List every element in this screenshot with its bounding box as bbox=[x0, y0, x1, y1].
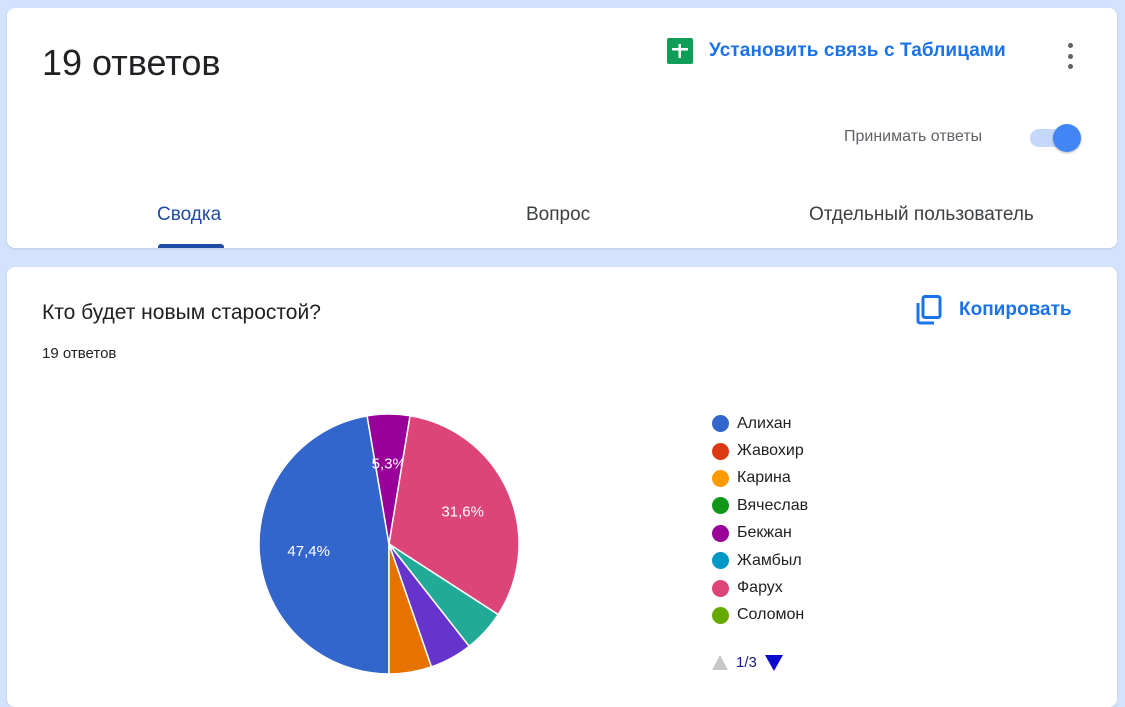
legend-page-indicator: 1/3 bbox=[736, 654, 757, 671]
legend-item: Жамбыл bbox=[712, 547, 808, 574]
chart-legend: Алихан Жавохир Карина Вячеслав Бекжан Жамбыл Ф… bbox=[712, 410, 808, 629]
copy-chart-button[interactable]: Копировать bbox=[915, 295, 1072, 325]
legend-label: Соломон bbox=[737, 606, 805, 624]
responses-title: 19 ответов bbox=[42, 42, 221, 83]
active-tab-indicator bbox=[158, 244, 224, 248]
legend-label: Карина bbox=[737, 469, 791, 487]
legend-item: Соломон bbox=[712, 602, 808, 629]
responses-header-card: 19 ответов Установить связь с Таблицами … bbox=[7, 8, 1117, 248]
more-options-icon[interactable] bbox=[1059, 40, 1081, 72]
legend-swatch bbox=[712, 552, 729, 570]
legend-swatch bbox=[712, 524, 729, 542]
legend-swatch bbox=[712, 442, 729, 460]
legend-label: Алихан bbox=[737, 414, 792, 432]
pie-chart: 47,4%5,3%31,6% bbox=[258, 413, 520, 675]
legend-item: Карина bbox=[712, 465, 808, 492]
legend-item: Вячеслав bbox=[712, 492, 808, 519]
legend-page-down-icon[interactable] bbox=[764, 654, 783, 671]
pie-slice-label: 47,4% bbox=[287, 543, 330, 560]
legend-item: Бекжан bbox=[712, 520, 808, 547]
legend-swatch bbox=[712, 606, 729, 624]
legend-item: Алихан bbox=[712, 410, 808, 437]
accept-responses-toggle[interactable] bbox=[1028, 124, 1084, 152]
sheets-icon bbox=[667, 38, 693, 64]
legend-label: Жамбыл bbox=[737, 551, 802, 569]
legend-swatch bbox=[712, 415, 729, 433]
legend-item: Жавохир bbox=[712, 437, 808, 464]
legend-swatch bbox=[712, 469, 729, 487]
copy-icon bbox=[916, 295, 942, 325]
legend-item: Фарух bbox=[712, 574, 808, 601]
tab-summary[interactable]: Сводка bbox=[157, 204, 221, 226]
legend-label: Жавохир bbox=[737, 442, 804, 460]
tab-individual[interactable]: Отдельный пользователь bbox=[809, 204, 1034, 226]
pie-slice-label: 31,6% bbox=[441, 503, 484, 520]
legend-label: Бекжан bbox=[737, 524, 792, 542]
legend-swatch bbox=[712, 579, 729, 597]
link-to-sheets-button[interactable]: Установить связь с Таблицами bbox=[667, 38, 1006, 64]
copy-label: Копировать bbox=[959, 299, 1072, 320]
link-to-sheets-label: Установить связь с Таблицами bbox=[709, 40, 1006, 61]
question-summary-card: Кто будет новым старостой? 19 ответов Ко… bbox=[7, 267, 1117, 707]
accept-responses-label: Принимать ответы bbox=[844, 128, 983, 145]
legend-pager: 1/3 bbox=[712, 654, 783, 671]
legend-label: Фарух bbox=[737, 579, 783, 597]
legend-page-up-icon[interactable] bbox=[712, 655, 728, 670]
legend-label: Вячеслав bbox=[737, 496, 809, 514]
legend-swatch bbox=[712, 497, 729, 515]
tab-question[interactable]: Вопрос bbox=[526, 204, 590, 226]
